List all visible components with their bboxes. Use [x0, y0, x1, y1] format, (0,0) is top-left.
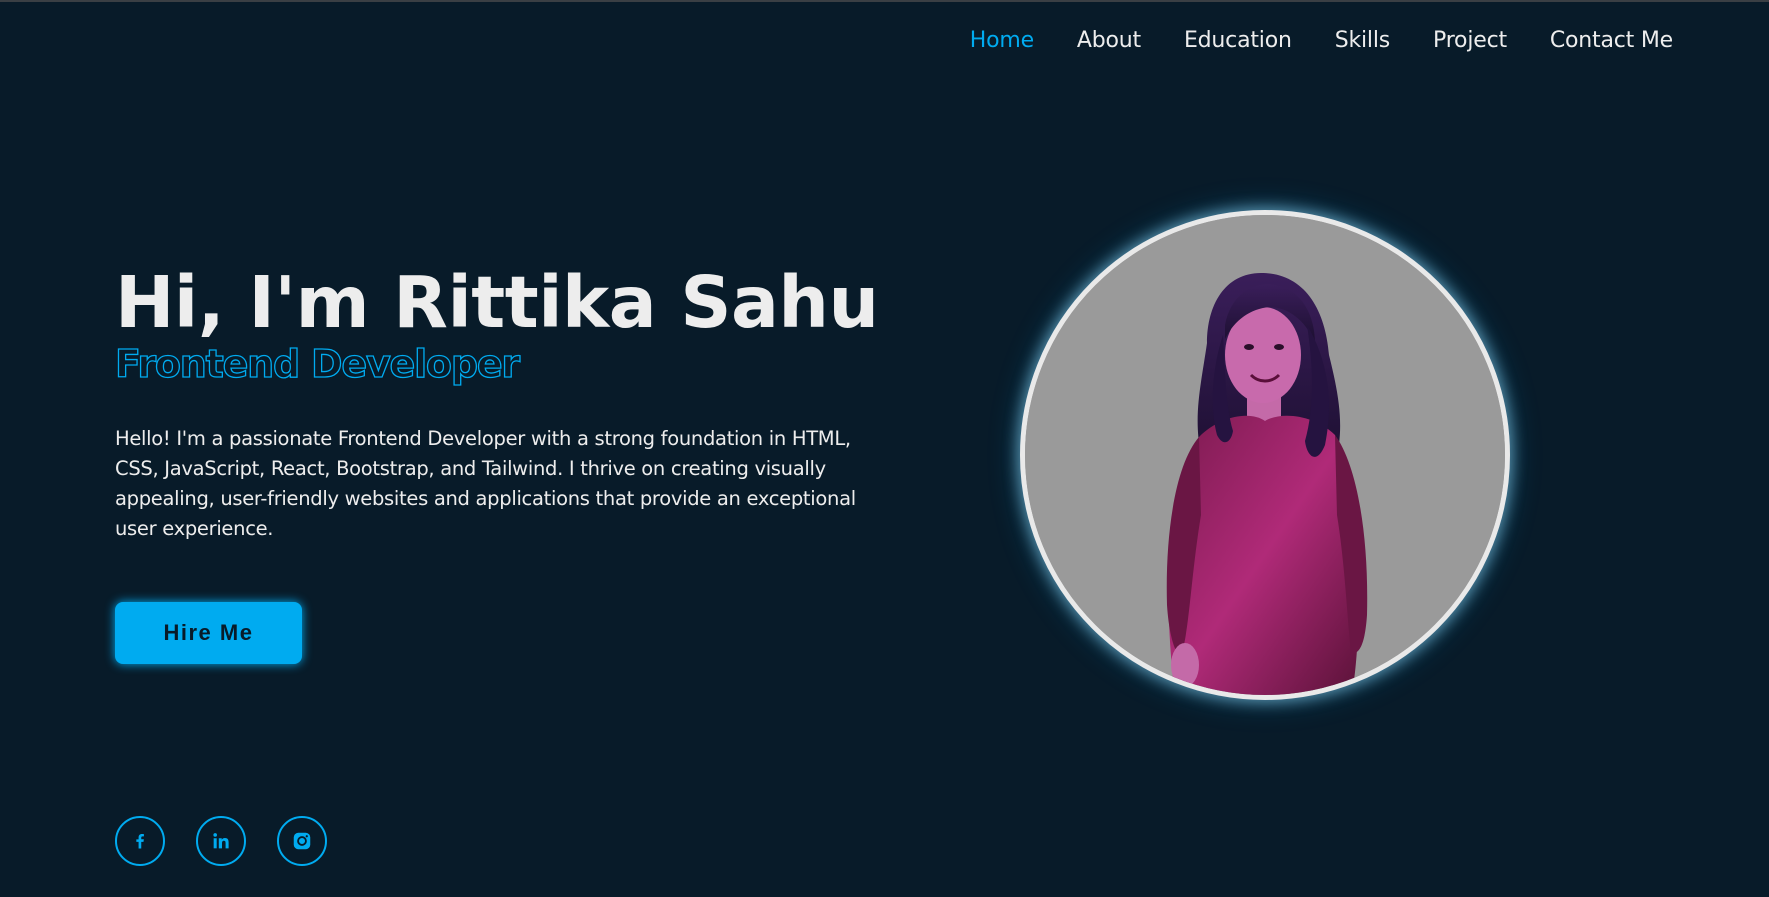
nav-about[interactable]: About	[1077, 28, 1141, 53]
portfolio-page: Home About Education Skills Project Cont…	[0, 0, 1769, 897]
nav-home[interactable]: Home	[970, 28, 1034, 53]
nav-project[interactable]: Project	[1433, 28, 1507, 53]
hero-description: Hello! I'm a passionate Frontend Develop…	[115, 427, 856, 540]
nav-skills[interactable]: Skills	[1335, 28, 1391, 53]
nav-education[interactable]: Education	[1184, 28, 1292, 53]
hero-role: Frontend Developer	[114, 341, 520, 386]
instagram-icon	[293, 832, 311, 850]
hero-heading: Hi, I'm Rittika Sahu	[115, 261, 879, 344]
instagram-link[interactable]	[277, 816, 327, 866]
linkedin-icon	[213, 833, 229, 849]
facebook-icon	[136, 834, 144, 849]
hire-me-button[interactable]: Hire Me	[115, 602, 302, 664]
facebook-link[interactable]	[115, 816, 165, 866]
nav-contact[interactable]: Contact Me	[1550, 28, 1673, 53]
social-links	[115, 816, 327, 866]
profile-photo	[1020, 210, 1510, 700]
main-nav: Home About Education Skills Project Cont…	[927, 28, 1673, 53]
hero-section: Hi, I'm Rittika Sahu Frontend Developer …	[114, 260, 895, 544]
linkedin-link[interactable]	[196, 816, 246, 866]
profile-illustration	[1025, 215, 1505, 695]
